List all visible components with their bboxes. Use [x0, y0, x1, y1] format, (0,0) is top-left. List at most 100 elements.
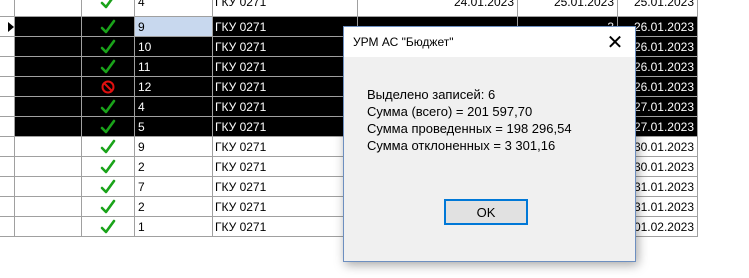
row-blank-cell[interactable] [14, 16, 82, 37]
row-indicator[interactable] [0, 16, 15, 37]
date3-cell-text: 26.01.2023 [633, 79, 694, 94]
org-code-cell-text: ГКУ 0271 [215, 199, 267, 214]
org-code-cell[interactable]: ГКУ 0271 [212, 76, 358, 97]
number-cell[interactable]: 2 [134, 156, 213, 177]
row-indicator[interactable] [0, 196, 15, 217]
org-code-cell[interactable]: ГКУ 0271 [212, 176, 358, 197]
check-icon [100, 179, 116, 193]
number-cell-text: 2 [138, 159, 145, 174]
rejected-icon [101, 79, 115, 94]
org-code-cell[interactable]: ГКУ 0271 [212, 96, 358, 117]
org-code-cell[interactable]: ГКУ 0271 [212, 116, 358, 137]
row-indicator[interactable] [0, 116, 15, 137]
org-code-cell[interactable]: ГКУ 0271 [212, 196, 358, 217]
status-cell[interactable] [81, 96, 135, 117]
status-cell[interactable] [81, 56, 135, 77]
org-code-cell-text: ГКУ 0271 [215, 179, 267, 194]
number-cell[interactable]: 9 [134, 16, 213, 37]
date3-cell-text: 30.01.2023 [633, 139, 694, 154]
row-indicator[interactable] [0, 216, 15, 237]
status-cell[interactable] [81, 0, 135, 17]
ok-button[interactable]: OK [444, 199, 528, 225]
date3-cell-text: 25.01.2023 [633, 0, 694, 9]
row-blank-cell[interactable] [14, 96, 82, 117]
number-cell[interactable]: 2 [134, 196, 213, 217]
org-code-cell-text: ГКУ 0271 [215, 59, 267, 74]
org-code-cell[interactable]: ГКУ 0271 [212, 216, 358, 237]
org-code-cell[interactable]: ГКУ 0271 [212, 0, 358, 17]
number-cell[interactable]: 7 [134, 176, 213, 197]
number-cell-text: 7 [138, 179, 145, 194]
dialog-message: Выделено записей: 6 Сумма (всего) = 201 … [367, 86, 572, 154]
row-indicator[interactable] [0, 156, 15, 177]
table-row[interactable]: 4 ГКУ 0271 24.01.2023 25.01.2023 25.01.2023 [0, 0, 698, 17]
date3-cell-text: 26.01.2023 [633, 59, 694, 74]
dialog-title-bar: УРМ АС "Бюджет" ✕ [344, 27, 635, 57]
row-blank-cell[interactable] [14, 176, 82, 197]
org-code-cell[interactable]: ГКУ 0271 [212, 16, 358, 37]
number-cell-text: 12 [138, 79, 152, 94]
close-icon[interactable]: ✕ [595, 27, 635, 57]
row-blank-cell[interactable] [14, 0, 82, 17]
number-cell[interactable]: 1 [134, 216, 213, 237]
status-cell[interactable] [81, 16, 135, 37]
row-indicator[interactable] [0, 176, 15, 197]
date3-cell-text: 31.01.2023 [633, 179, 694, 194]
status-cell[interactable] [81, 116, 135, 137]
status-cell[interactable] [81, 136, 135, 157]
row-blank-cell[interactable] [14, 216, 82, 237]
org-code-cell[interactable]: ГКУ 0271 [212, 36, 358, 57]
status-cell[interactable] [81, 156, 135, 177]
org-code-cell[interactable]: ГКУ 0271 [212, 136, 358, 157]
number-cell[interactable]: 11 [134, 56, 213, 77]
check-icon [100, 119, 116, 133]
selected-count-line: Выделено записей: 6 [367, 87, 496, 102]
row-blank-cell[interactable] [14, 136, 82, 157]
row-blank-cell[interactable] [14, 76, 82, 97]
status-cell[interactable] [81, 176, 135, 197]
check-icon [100, 139, 116, 153]
row-blank-cell[interactable] [14, 196, 82, 217]
current-row-pointer-icon [8, 21, 14, 32]
date2-cell-text: 25.01.2023 [553, 0, 614, 9]
row-indicator[interactable] [0, 0, 15, 17]
status-cell[interactable] [81, 76, 135, 97]
number-cell[interactable]: 10 [134, 36, 213, 57]
number-cell[interactable]: 5 [134, 116, 213, 137]
number-cell[interactable]: 4 [134, 96, 213, 117]
check-icon [100, 219, 116, 233]
check-icon [100, 0, 116, 9]
number-cell[interactable]: 4 [134, 0, 213, 17]
check-icon [100, 59, 116, 73]
date2-cell[interactable]: 25.01.2023 [517, 0, 618, 17]
row-indicator[interactable] [0, 96, 15, 117]
number-cell-text: 11 [138, 59, 151, 74]
row-blank-cell[interactable] [14, 56, 82, 77]
date3-cell-text: 27.01.2023 [633, 99, 694, 114]
row-indicator[interactable] [0, 76, 15, 97]
check-icon [100, 199, 116, 213]
status-cell[interactable] [81, 216, 135, 237]
status-cell[interactable] [81, 36, 135, 57]
row-blank-cell[interactable] [14, 156, 82, 177]
status-cell[interactable] [81, 196, 135, 217]
org-code-cell[interactable]: ГКУ 0271 [212, 156, 358, 177]
date3-cell-text: 27.01.2023 [633, 119, 694, 134]
number-cell-text: 1 [138, 219, 145, 234]
date1-cell[interactable]: 24.01.2023 [357, 0, 518, 17]
number-cell-text: 4 [138, 99, 145, 114]
row-indicator[interactable] [0, 36, 15, 57]
row-indicator[interactable] [0, 56, 15, 77]
org-code-cell-text: ГКУ 0271 [215, 39, 267, 54]
number-cell[interactable]: 12 [134, 76, 213, 97]
check-icon [100, 159, 116, 173]
number-cell[interactable]: 9 [134, 136, 213, 157]
row-indicator[interactable] [0, 136, 15, 157]
rejected-sum-line: Сумма отклоненных = 3 301,16 [367, 138, 556, 153]
date3-cell[interactable]: 25.01.2023 [617, 0, 698, 17]
org-code-cell[interactable]: ГКУ 0271 [212, 56, 358, 77]
number-cell-text: 9 [138, 139, 145, 154]
date3-cell-text: 30.01.2023 [633, 159, 694, 174]
row-blank-cell[interactable] [14, 36, 82, 57]
row-blank-cell[interactable] [14, 116, 82, 137]
